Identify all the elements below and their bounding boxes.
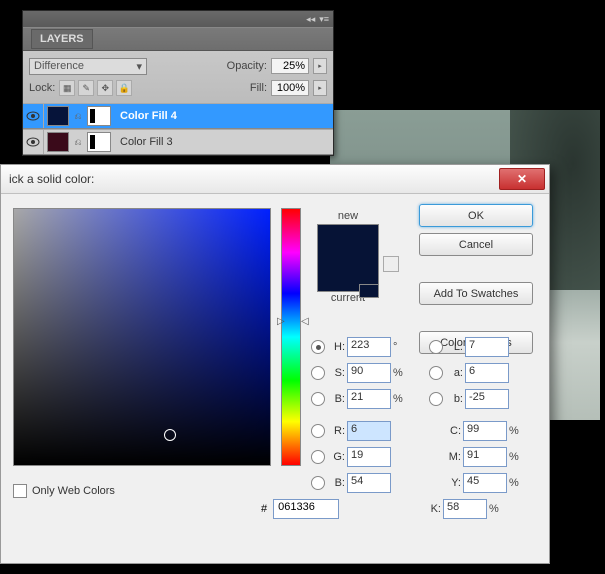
lock-move-icon[interactable]: ✥ (97, 80, 113, 96)
close-button[interactable]: ✕ (499, 168, 545, 190)
layers-tab[interactable]: LAYERS (23, 27, 333, 51)
label-y: Y: (445, 477, 461, 489)
collapse-icon[interactable]: ◂◂ (306, 14, 315, 25)
label-k: K: (425, 503, 441, 515)
unit-pct: % (393, 367, 407, 379)
layer-color-swatch[interactable] (47, 132, 69, 152)
radio-a[interactable] (429, 366, 443, 380)
input-b-lab[interactable]: -25 (465, 389, 509, 409)
layer-row[interactable]: ⎌ Color Fill 4 (23, 103, 333, 129)
blend-mode-select[interactable]: Difference ▾ (29, 58, 147, 75)
opacity-label: Opacity: (227, 60, 267, 72)
label-l: L: (447, 341, 463, 353)
label-c: C: (445, 425, 461, 437)
link-icon: ⎌ (72, 137, 84, 148)
layer-name: Color Fill 4 (120, 110, 177, 122)
layer-row[interactable]: ⎌ Color Fill 3 (23, 129, 333, 155)
fill-input[interactable]: 100% (271, 80, 309, 96)
lock-all-icon[interactable]: 🔒 (116, 80, 132, 96)
unit-pct: % (509, 451, 523, 463)
web-colors-checkbox[interactable] (13, 484, 27, 498)
radio-b-hsb[interactable] (311, 392, 325, 406)
radio-l[interactable] (429, 340, 443, 354)
unit-pct: % (509, 425, 523, 437)
label-b-lab: b: (447, 393, 463, 405)
input-g[interactable]: 19 (347, 447, 391, 467)
new-color-swatch (318, 225, 378, 269)
lock-paint-icon[interactable]: ✎ (78, 80, 94, 96)
saturation-field[interactable] (13, 208, 271, 466)
color-preview (317, 224, 379, 292)
fill-label: Fill: (250, 82, 267, 94)
layer-mask-thumb[interactable] (87, 132, 111, 152)
blend-mode-value: Difference (34, 60, 84, 72)
input-l[interactable]: 7 (465, 337, 509, 357)
radio-g[interactable] (311, 450, 325, 464)
label-b-rgb: B: (329, 477, 345, 489)
dialog-title: ick a solid color: (9, 172, 94, 186)
lock-transparency-icon[interactable]: ▦ (59, 80, 75, 96)
visibility-toggle[interactable] (23, 130, 44, 154)
radio-r[interactable] (311, 424, 325, 438)
unit-pct: % (393, 393, 407, 405)
label-h: H: (329, 341, 345, 353)
web-colors-label: Only Web Colors (32, 485, 115, 497)
cancel-button[interactable]: Cancel (419, 233, 533, 256)
chevron-down-icon: ▾ (136, 60, 142, 73)
radio-b-lab[interactable] (429, 392, 443, 406)
label-b-hsb: B: (329, 393, 345, 405)
unit-pct: % (489, 503, 503, 515)
hex-label: # (261, 503, 267, 515)
panel-titlebar: ◂◂ ▾≡ (23, 11, 333, 27)
label-a: a: (447, 367, 463, 379)
layers-panel: ◂◂ ▾≡ LAYERS Difference▾ Opacity: 25% ▸ … (22, 10, 334, 156)
gamut-swatch[interactable] (359, 284, 379, 298)
visibility-toggle[interactable] (23, 104, 44, 128)
layers-tab-label: LAYERS (31, 29, 93, 49)
input-k[interactable]: 58 (443, 499, 487, 519)
menu-icon[interactable]: ▾≡ (319, 14, 329, 25)
label-m: M: (445, 451, 461, 463)
hex-input[interactable]: 061336 (273, 499, 339, 519)
input-a[interactable]: 6 (465, 363, 509, 383)
input-b-rgb[interactable]: 54 (347, 473, 391, 493)
input-h[interactable]: 223 (347, 337, 391, 357)
opacity-flyout-icon[interactable]: ▸ (313, 58, 327, 74)
label-g: G: (329, 451, 345, 463)
lock-icons: ▦ ✎ ✥ 🔒 (59, 80, 132, 96)
label-s: S: (329, 367, 345, 379)
radio-b-rgb[interactable] (311, 476, 325, 490)
input-b-hsb[interactable]: 21 (347, 389, 391, 409)
new-label: new (317, 210, 379, 222)
gamut-warning-icon[interactable] (383, 256, 399, 272)
color-picker-dialog: ick a solid color: ✕ ▷ ◁ new current OK … (0, 164, 550, 564)
radio-s[interactable] (311, 366, 325, 380)
color-marker[interactable] (164, 429, 176, 441)
hue-slider[interactable] (281, 208, 301, 466)
lock-label: Lock: (29, 82, 55, 94)
link-icon: ⎌ (72, 111, 84, 122)
fill-flyout-icon[interactable]: ▸ (313, 80, 327, 96)
radio-h[interactable] (311, 340, 325, 354)
unit-deg: ° (393, 341, 407, 353)
opacity-input[interactable]: 25% (271, 58, 309, 74)
label-r: R: (329, 425, 345, 437)
layer-mask-thumb[interactable] (87, 106, 111, 126)
input-y[interactable]: 45 (463, 473, 507, 493)
dialog-titlebar[interactable]: ick a solid color: ✕ (1, 165, 549, 194)
unit-pct: % (509, 477, 523, 489)
input-c[interactable]: 99 (463, 421, 507, 441)
input-m[interactable]: 91 (463, 447, 507, 467)
input-r[interactable]: 6 (347, 421, 391, 441)
layer-name: Color Fill 3 (120, 136, 173, 148)
layer-color-swatch[interactable] (47, 106, 69, 126)
add-to-swatches-button[interactable]: Add To Swatches (419, 282, 533, 305)
hue-pointer-right-icon: ◁ (301, 316, 309, 327)
input-s[interactable]: 90 (347, 363, 391, 383)
ok-button[interactable]: OK (419, 204, 533, 227)
hue-pointer-left-icon: ▷ (277, 316, 285, 327)
